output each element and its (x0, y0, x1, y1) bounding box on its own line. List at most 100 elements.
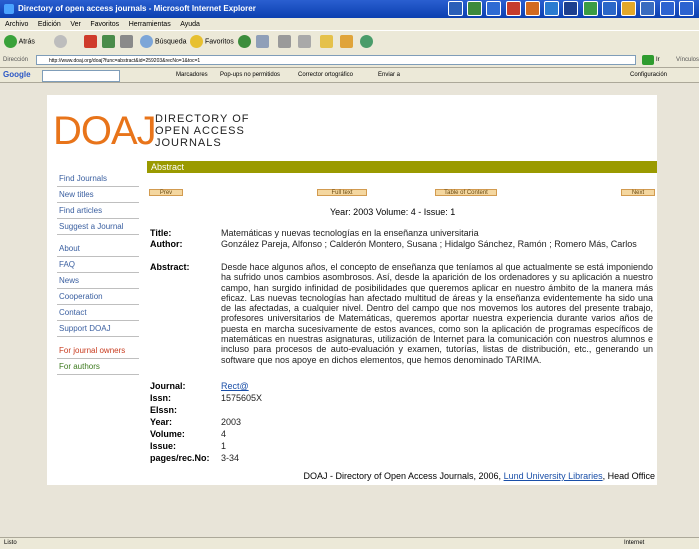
app-icon-7[interactable] (563, 1, 579, 16)
mail-icon (256, 35, 269, 48)
home-button[interactable] (120, 35, 133, 49)
messenger-button[interactable] (360, 35, 373, 49)
app-icon-3[interactable] (486, 1, 502, 16)
author-value: González Pareja, Alfonso ; Calderón Mont… (221, 239, 637, 249)
google-search-input[interactable] (42, 70, 120, 82)
history-icon (238, 35, 251, 48)
title-label: Title: (150, 228, 172, 238)
toc-button[interactable]: Table of Content (435, 189, 497, 196)
go-arrow-icon[interactable] (642, 55, 654, 65)
back-button[interactable]: Atrás (4, 35, 35, 49)
google-logo[interactable]: Google (3, 68, 31, 82)
bookmarks-button[interactable]: Marcadores (176, 68, 208, 82)
issn-value: 1575605X (221, 393, 263, 403)
research-icon (340, 35, 353, 48)
issue-info: Year: 2003 Volume: 4 - Issue: 1 (330, 207, 456, 217)
next-button[interactable]: Next (621, 189, 655, 196)
internet-explorer-icon (4, 4, 14, 14)
address-label: Dirección (3, 57, 29, 63)
search-button[interactable]: Búsqueda (140, 35, 186, 49)
sidebar-item-suggest-journal[interactable]: Suggest a Journal (57, 219, 139, 235)
footer-text: DOAJ - Directory of Open Access Journals… (303, 471, 502, 481)
volume-value: 4 (221, 429, 227, 439)
print-button[interactable] (278, 35, 291, 49)
journal-link[interactable]: Rect@ (221, 381, 249, 391)
year-value: 2003 (221, 417, 242, 427)
sidebar-item-contact[interactable]: Contact (57, 305, 139, 321)
app-icon-10[interactable] (621, 1, 637, 16)
maximize-button[interactable] (678, 1, 694, 16)
sidebar-item-new-titles[interactable]: New titles (57, 187, 139, 203)
status-bar: Listo Internet (0, 537, 699, 549)
window-title: Directory of open access journals - Micr… (18, 4, 256, 13)
prev-button[interactable]: Prev (149, 189, 183, 196)
mail-button[interactable] (256, 35, 269, 49)
minimize-button[interactable] (659, 1, 675, 16)
go-button[interactable]: Ir (656, 53, 660, 67)
volume-label: Volume: (150, 429, 185, 439)
messenger-icon (360, 35, 373, 48)
pages-value: 3-34 (221, 453, 240, 463)
send-to-button[interactable]: Enviar a (378, 68, 400, 82)
popup-blocker-button[interactable]: Pop-ups no permitidos (220, 68, 280, 82)
app-icon-11[interactable] (640, 1, 656, 16)
sidebar-item-news[interactable]: News (57, 273, 139, 289)
links-button[interactable]: Vínculos (676, 53, 699, 67)
window-titlebar: Directory of open access journals - Micr… (0, 0, 699, 38)
taskbar-icons (448, 1, 699, 38)
sidebar-item-cooperation[interactable]: Cooperation (57, 289, 139, 305)
google-toolbar: Google Marcadores Pop-ups no permitidos … (0, 68, 699, 83)
title-value: Matemáticas y nuevas tecnologías en la e… (221, 228, 479, 238)
footer-lund-link[interactable]: Lund University Libraries (504, 471, 603, 481)
app-icon-1[interactable] (448, 1, 463, 16)
stop-button[interactable] (84, 35, 97, 49)
app-icon-9[interactable] (601, 1, 617, 16)
app-icon-2[interactable] (467, 1, 483, 16)
star-icon (190, 35, 203, 48)
forward-button[interactable] (54, 35, 67, 49)
print-icon (278, 35, 291, 48)
stop-icon (84, 35, 97, 48)
back-arrow-icon (4, 35, 17, 48)
app-icon-5[interactable] (524, 1, 540, 16)
status-text: Listo (4, 540, 17, 546)
browser-viewport: DOAJ DIRECTORY OF OPEN ACCESS JOURNALS F… (0, 83, 699, 537)
issn-label: Issn: (150, 393, 172, 403)
folder-button[interactable] (320, 35, 333, 49)
app-icon-4[interactable] (505, 1, 521, 16)
sidebar-item-faq[interactable]: FAQ (57, 257, 139, 273)
folder-icon (320, 35, 333, 48)
settings-button[interactable]: Configuración (630, 68, 667, 82)
refresh-button[interactable] (102, 35, 115, 49)
app-icon-6[interactable] (544, 1, 560, 16)
sidebar-item-find-journals[interactable]: Find Journals (57, 171, 139, 187)
history-button[interactable] (238, 35, 251, 49)
browser-toolbar: Atrás Búsqueda Favoritos (0, 30, 699, 54)
doaj-logo[interactable]: DOAJ (53, 111, 157, 151)
abstract-header: Abstract (147, 161, 657, 173)
spellcheck-button[interactable]: Corrector ortográfico (298, 68, 353, 82)
app-icon-8[interactable] (582, 1, 598, 16)
address-input[interactable]: http://www.doaj.org/doaj?func=abstract&i… (36, 55, 636, 65)
refresh-icon (102, 35, 115, 48)
fulltext-button[interactable]: Full text (317, 189, 367, 196)
journal-label: Journal: (150, 381, 186, 391)
page-footer: DOAJ - Directory of Open Access Journals… (47, 471, 657, 481)
forward-arrow-icon (54, 35, 67, 48)
research-button[interactable] (340, 35, 353, 49)
eissn-label: EIssn: (150, 405, 178, 415)
author-label: Author: (150, 239, 183, 249)
sidebar-item-journal-owners[interactable]: For journal owners (57, 343, 139, 359)
sidebar-item-authors[interactable]: For authors (57, 359, 139, 375)
menu-bar: Archivo Edición Ver Favoritos Herramient… (0, 18, 699, 30)
favorites-button[interactable]: Favoritos (190, 35, 234, 49)
sidebar-item-find-articles[interactable]: Find articles (57, 203, 139, 219)
sidebar-item-support[interactable]: Support DOAJ (57, 321, 139, 337)
year-label: Year: (150, 417, 173, 427)
sidebar-nav: Find Journals New titles Find articles S… (57, 171, 139, 375)
edit-button[interactable] (298, 35, 311, 49)
address-bar: Dirección http://www.doaj.org/doaj?func=… (0, 53, 699, 68)
issue-label: Issue: (150, 441, 177, 451)
search-icon (140, 35, 153, 48)
sidebar-item-about[interactable]: About (57, 241, 139, 257)
